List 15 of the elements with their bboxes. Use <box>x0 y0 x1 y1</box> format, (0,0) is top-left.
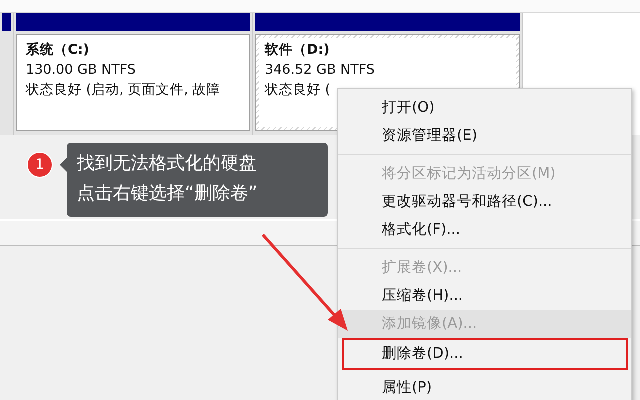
volume-header <box>2 13 11 31</box>
volume-status: 状态良好 ( <box>265 81 332 100</box>
callout-text: 点击右键选择“删除卷” <box>77 182 259 206</box>
callout-text: 找到无法格式化的硬盘 <box>77 152 258 176</box>
menu-item[interactable]: 属性(P) <box>338 374 631 400</box>
volume-status: 状态良好 (启动, 页面文件, 故障 <box>26 81 222 100</box>
menu-item[interactable]: 更改驱动器号和路径(C)... <box>338 188 631 216</box>
volume-name: 系统（C:) <box>26 41 90 60</box>
menu-item[interactable]: 压缩卷(H)... <box>338 282 631 310</box>
volume-card[interactable]: 系统（C:) 130.00 GB NTFS 状态良好 (启动, 页面文件, 故障 <box>16 34 250 131</box>
menu-item[interactable]: 格式化(F)... <box>338 216 631 244</box>
menu-item[interactable]: 删除卷(D)... <box>342 338 628 370</box>
volume-size: 130.00 GB NTFS <box>26 61 137 80</box>
volume-name: 软件（D:) <box>265 41 331 60</box>
volume-size: 346.52 GB NTFS <box>265 61 376 80</box>
